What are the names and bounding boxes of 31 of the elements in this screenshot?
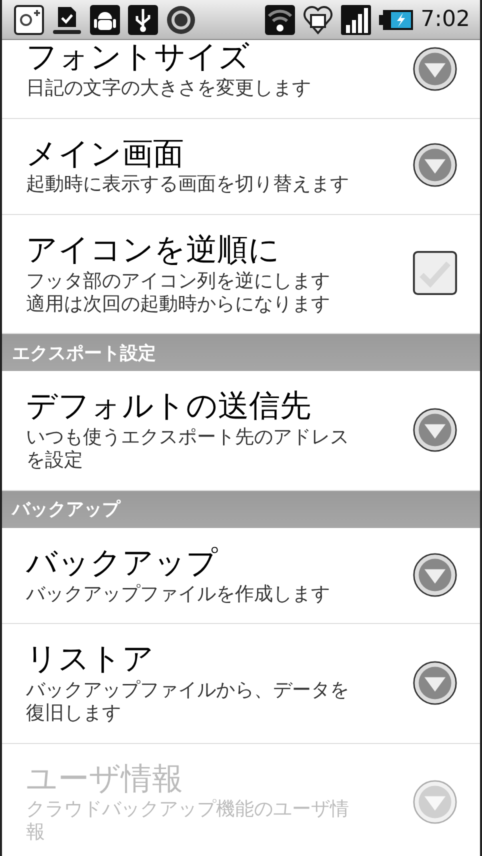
setting-summary: を設定 [26,448,84,472]
setting-summary: 日記の文字の大きさを変更します [26,76,312,100]
setting-summary: フッタ部のアイコン列を逆にします [26,270,331,293]
signal-icon [340,4,371,34]
section-header: エクスポート設定 [2,334,480,372]
dropdown-icon[interactable] [412,406,458,453]
dropdown-icon[interactable] [412,552,458,598]
setting-summary: 起動時に表示する画面を切り替えます [26,173,350,196]
dropdown-icon[interactable] [412,142,458,188]
setting-summary: 復旧します [26,702,122,725]
usb-icon [128,4,158,34]
setting-title[interactable]: アイコンを逆順に [26,231,412,270]
dropdown-icon[interactable] [412,660,458,706]
setting-title[interactable]: デフォルトの送信先 [26,387,412,426]
android-debug-icon [90,4,120,34]
setting-title[interactable]: バックアップ [26,544,412,583]
download-done-icon [52,4,82,34]
setting-title[interactable]: リストア [26,640,412,680]
checkbox[interactable] [412,250,458,296]
setting-summary: いつも使うエクスポート先のアドレス [26,426,350,449]
setting-summary: クラウドバックアップ機能のユーザ情 [26,798,350,822]
dropdown-icon[interactable] [412,46,458,92]
setting-title[interactable]: フォントサイズ [26,38,412,77]
setting-summary: バックアップファイルから、データを [26,679,350,702]
setting-summary: 報 [26,821,46,844]
clock: 7:02 [420,7,470,32]
setting-summary: バックアップファイルを作成します [26,582,331,606]
section-header: バックアップ [2,490,480,528]
setting-summary: 適用は次回の起動時からになります [26,292,331,316]
wifi-icon [264,4,295,34]
setting-title[interactable]: メイン画面 [26,134,412,174]
